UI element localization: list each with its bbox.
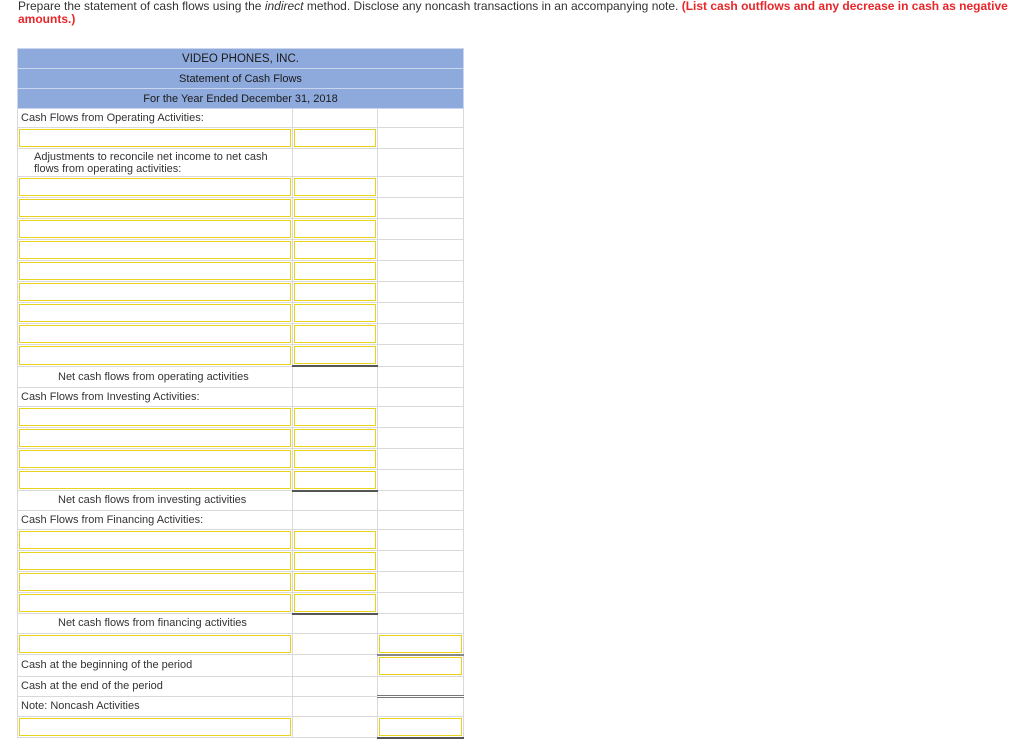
investing-label-input[interactable]	[19, 470, 291, 489]
net-change-amount-input[interactable]	[379, 634, 462, 653]
adjustments-label: Adjustments to reconcile net income to n…	[17, 148, 293, 177]
noncash-label-input[interactable]	[19, 717, 291, 736]
financing-amount-input[interactable]	[294, 593, 376, 612]
cash-end-label: Cash at the end of the period	[17, 675, 293, 697]
cash-flow-statement-table: VIDEO PHONES, INC. Statement of Cash Flo…	[17, 48, 464, 739]
net-income-label-input[interactable]	[19, 129, 291, 147]
adjustment-label-input[interactable]	[19, 178, 291, 196]
noncash-amount-input[interactable]	[379, 717, 462, 736]
financing-heading: Cash Flows from Financing Activities:	[17, 509, 293, 530]
adjustment-label-input[interactable]	[19, 262, 291, 280]
net-income-amount-input[interactable]	[294, 129, 376, 147]
financing-label-input[interactable]	[19, 551, 291, 570]
adjustment-label-input[interactable]	[19, 199, 291, 217]
financing-label-input[interactable]	[19, 593, 291, 612]
adjustment-amount-input[interactable]	[294, 325, 376, 343]
financing-amount-input[interactable]	[294, 551, 376, 570]
investing-amount-input[interactable]	[294, 407, 376, 426]
net-investing-label: Net cash flows from investing activities	[17, 490, 293, 511]
financing-label-input[interactable]	[19, 530, 291, 549]
net-change-label-input[interactable]	[19, 634, 291, 653]
investing-amount-input[interactable]	[294, 428, 376, 447]
instructions-part2: method. Disclose any noncash transaction…	[303, 0, 682, 13]
company-name: VIDEO PHONES, INC.	[17, 48, 464, 69]
adjustment-amount-input[interactable]	[294, 304, 376, 322]
note-noncash-label: Note: Noncash Activities	[17, 695, 293, 717]
financing-amount-input[interactable]	[294, 572, 376, 591]
adjustment-label-input[interactable]	[19, 325, 291, 343]
investing-amount-input[interactable]	[294, 449, 376, 468]
adjustment-label-input[interactable]	[19, 283, 291, 301]
investing-label-input[interactable]	[19, 428, 291, 447]
cash-beginning-input[interactable]	[379, 656, 462, 675]
cash-end-total	[377, 675, 464, 698]
adjustment-amount-input[interactable]	[294, 241, 376, 259]
adjustment-label-input[interactable]	[19, 241, 291, 259]
adjustment-amount-input[interactable]	[294, 178, 376, 196]
adjustment-amount-input[interactable]	[294, 199, 376, 217]
instructions-text: Prepare the statement of cash flows usin…	[18, 0, 1022, 26]
adjustment-label-input[interactable]	[19, 304, 291, 322]
statement-title: Statement of Cash Flows	[17, 68, 464, 89]
investing-amount-input[interactable]	[294, 470, 376, 489]
adjustment-amount-input[interactable]	[294, 346, 376, 364]
adjustment-amount-input[interactable]	[294, 262, 376, 280]
adjustment-label-input[interactable]	[19, 220, 291, 238]
statement-period: For the Year Ended December 31, 2018	[17, 88, 464, 109]
instructions-italic: indirect	[264, 0, 304, 13]
financing-amount-input[interactable]	[294, 530, 376, 549]
adjustment-label-input[interactable]	[19, 346, 291, 365]
net-financing-label: Net cash flows from financing activities	[17, 613, 293, 634]
financing-label-input[interactable]	[19, 572, 291, 591]
operating-heading: Cash Flows from Operating Activities:	[17, 108, 293, 128]
adjustment-amount-input[interactable]	[294, 220, 376, 238]
investing-label-input[interactable]	[19, 449, 291, 468]
cash-beginning-label: Cash at the beginning of the period	[17, 654, 293, 677]
adjustment-amount-input[interactable]	[294, 283, 376, 301]
investing-label-input[interactable]	[19, 407, 291, 426]
investing-heading: Cash Flows from Investing Activities:	[17, 386, 293, 407]
net-operating-label: Net cash flows from operating activities	[17, 365, 293, 388]
